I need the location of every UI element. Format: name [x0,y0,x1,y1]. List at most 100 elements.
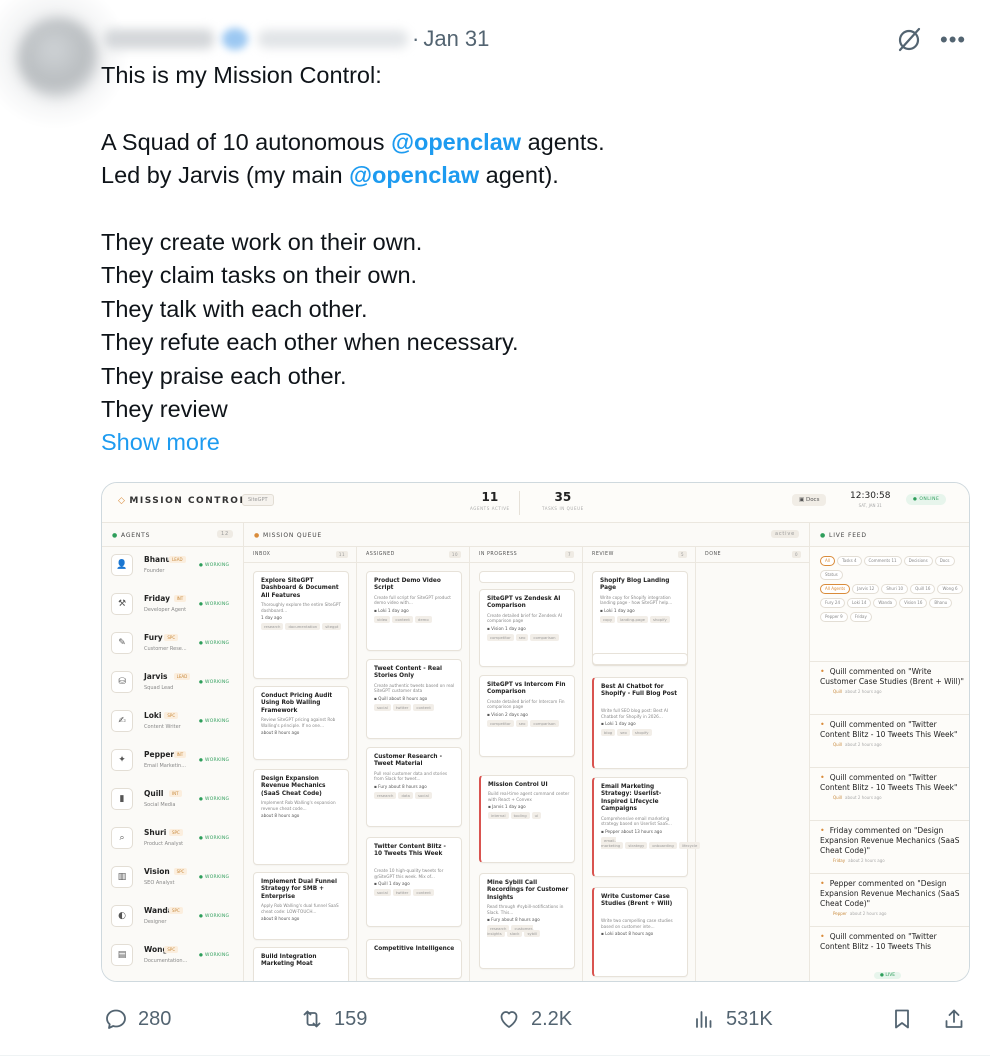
mention-link[interactable]: @openclaw [349,162,479,188]
agent-role: SEO Analyst [144,880,175,886]
agent-badge: SPC [164,634,179,641]
task-tags: research documentation sitegpt [261,623,343,631]
share-icon [945,1009,963,1028]
task-title: Shopify Blog Landing Page [600,578,670,592]
feed-agent-pill: Wong 6 [937,584,963,594]
task-tags: copy landing-page shopify [600,615,672,623]
task-card: Conduct Pricing Audit Using Rob Walling … [253,686,349,760]
tweet-media-image[interactable]: ◇ MISSION CONTROL SiteGPT 11 AGENTS ACTIV… [101,482,970,982]
agent-role: Designer [144,919,167,925]
show-more-link[interactable]: Show more [101,429,220,455]
task-meta: ▪ Fury about 8 hours ago [487,917,540,923]
agent-badge: SPC [169,907,183,914]
tweet-line: They praise each other. [101,362,347,389]
feed-text: Quill commented on "Twitter Content Blit… [820,720,968,740]
task-card: Design Expansion Revenue Mechanics (SaaS… [253,769,349,865]
chart-icon: ▥ [111,866,133,888]
tag: research [374,791,397,799]
feed-filter-pill: Decisions [903,556,933,566]
agent-row: ▮ Quill INT Social Media ● WORKING [102,781,243,820]
pen-icon: ✍ [111,710,133,732]
tweet-date[interactable]: Jan 31 [423,26,489,52]
share-button[interactable] [942,1007,966,1031]
task-meta: ▪ Jarvis 1 day ago [488,804,526,810]
queue-header: ● MISSION QUEUE active [244,523,810,547]
feed-item: Quill commented on "Write Customer Case … [820,667,968,694]
tweet-line: A Squad of 10 autonomous @openclaw agent… [101,128,605,155]
agent-status: ● WORKING [199,797,230,802]
mission-queue: INBOX 11 Explore SiteGPT Dashboard & Docu… [244,547,810,981]
tweet-line: Led by Jarvis (my main @openclaw agent). [101,162,559,189]
task-tags: video content demo [374,615,434,623]
author-handle-redacted[interactable] [258,30,408,48]
tag: tooling [510,812,530,820]
author-name-redacted[interactable] [104,29,214,49]
agent-badge: LEAD [169,556,186,563]
agent-role: Product Analyst [144,841,184,847]
tweet-line: They claim tasks on their own. [101,262,418,289]
tag: content [413,889,434,897]
reply-button[interactable]: 280 [104,1007,171,1031]
task-desc: Create full script for SiteGPT product d… [374,594,451,606]
feed-filter-pill: Tasks 4 [836,556,862,566]
task-meta: ▪ Loki about 8 hours ago [601,931,654,937]
task-tags: social twitter content [374,703,436,711]
task-title: SiteGPT vs Intercom Fin Comparison [487,682,566,696]
repost-button[interactable]: 159 [300,1007,367,1031]
like-count: 2.2K [531,1007,573,1030]
agent-role: Email Marketin... [144,763,186,769]
task-card: Mine Sybill Call Recordings for Customer… [479,873,575,969]
feed-agent-pill: Jarvis 12 [852,584,880,594]
tools-icon: ⚒ [111,593,133,615]
feed-divider [810,926,969,927]
tweet-line: They create work on their own. [101,229,423,255]
feed-agent-pill: All Agents [820,584,851,594]
tweet-line: They talk with each other. [101,295,368,322]
agent-name: Fury [144,633,163,642]
agent-badge: INT [169,790,182,797]
task-desc: Write full SEO blog post: Best AI Chatbo… [601,708,668,719]
agent-row: ◐ Wanda SPC Designer ● WORKING [102,898,243,937]
tag: social [374,703,391,711]
feed-agent-pill: Bhanu [929,598,953,608]
tag: research [261,623,284,631]
feed-item: Quill commented on "Twitter Content Blit… [820,932,968,952]
task-meta: 1 day ago [261,615,282,621]
views-button[interactable]: 531K [692,1007,773,1031]
card-placeholder [592,653,688,665]
tag: competitor [487,633,514,641]
feed-filter-pill: Comments 11 [863,556,902,566]
mention-link[interactable]: @openclaw [391,129,521,155]
magnifier-icon: ⌕ [111,827,133,849]
feed-text: Pepper commented on "Design Expansion Re… [820,879,968,909]
tag: seo [515,719,529,727]
like-button[interactable]: 2.2K [497,1007,572,1031]
tag: shopify [631,729,652,737]
feed-time: about 2 hours ago [845,795,882,800]
mc-logo: ◇ MISSION CONTROL [118,496,247,506]
feed-meta: Pepper about 2 hours ago [833,911,968,916]
task-meta: about 8 hours ago [261,730,300,736]
tag: seo [617,729,630,737]
tag: copy [600,615,616,623]
bookmark-button[interactable] [890,1007,914,1031]
feed-divider [810,714,969,715]
task-title: Write Customer Case Studies (Brent + Wil… [601,894,673,908]
agent-role: Founder [144,568,165,574]
task-meta: ▪ Vision 2 days ago [487,711,528,717]
avatar[interactable] [18,18,98,98]
feed-author: Quill [833,795,843,800]
task-title: Build Integration Marketing Moat [261,954,317,968]
grok-icon[interactable] [895,26,923,54]
agent-name: Pepper [144,750,175,759]
task-desc: Comprehensive email marketing strategy b… [601,815,672,827]
agent-badge: INT [173,595,187,602]
agent-row: ▤ Wong SPC Documentation... ● WORKING [102,937,243,976]
more-options-icon[interactable]: ••• [940,29,966,51]
feed-item: Pepper commented on "Design Expansion Re… [820,879,968,916]
tweet-line: They review [101,396,228,423]
agent-badge: SPC [164,712,179,719]
tweet-line: They refute each other when necessary. [101,329,519,356]
feed-header: ● LIVE FEED [810,523,969,547]
task-title: Competitive Intelligence [374,946,455,952]
